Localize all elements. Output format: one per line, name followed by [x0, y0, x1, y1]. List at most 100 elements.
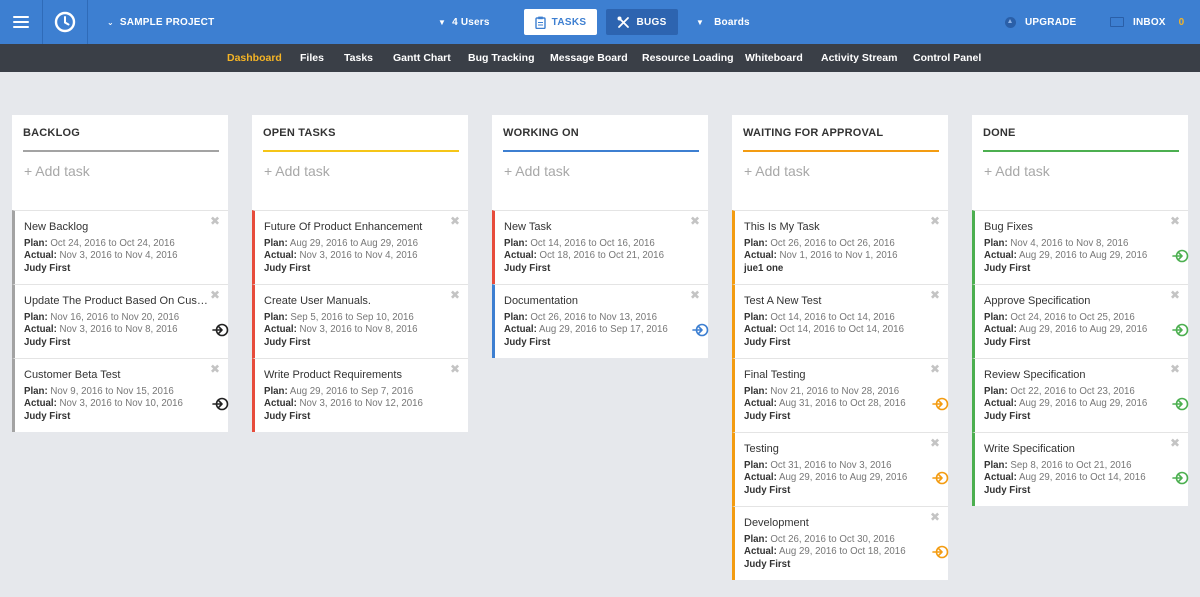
actual-range: Nov 3, 2016 to Nov 8, 2016	[299, 324, 418, 335]
task-card[interactable]: Future Of Product Enhancement Plan: Aug 2…	[252, 210, 468, 284]
enter-arrow-icon[interactable]	[1172, 469, 1190, 487]
bugs-button-label: BUGS	[636, 16, 667, 28]
enter-arrow-icon[interactable]	[1172, 321, 1190, 339]
timer-button[interactable]	[43, 0, 88, 44]
task-card[interactable]: New Backlog Plan: Oct 24, 2016 to Oct 24,…	[12, 210, 228, 284]
nav-item-files[interactable]: Files	[300, 44, 324, 72]
column-accent-line	[23, 150, 219, 152]
task-title[interactable]: New Task	[504, 221, 690, 233]
add-task-button[interactable]: + Add task	[24, 163, 90, 179]
task-card[interactable]: Final Testing Plan: Nov 21, 2016 to Nov 2…	[732, 358, 950, 432]
actual-label: Actual:	[984, 324, 1017, 335]
task-card[interactable]: Test A New Test Plan: Oct 14, 2016 to Oct…	[732, 284, 948, 358]
menu-button[interactable]	[0, 0, 43, 44]
task-title[interactable]: Development	[744, 517, 930, 529]
bugs-button[interactable]: BUGS	[606, 9, 678, 35]
close-icon[interactable]: ✖	[690, 289, 700, 301]
users-dropdown[interactable]: ▼ 4 Users	[438, 0, 490, 44]
nav-item-control-panel[interactable]: Control Panel	[913, 44, 981, 72]
close-icon[interactable]: ✖	[930, 363, 940, 375]
close-icon[interactable]: ✖	[1170, 363, 1180, 375]
task-card[interactable]: Customer Beta Test Plan: Nov 9, 2016 to N…	[12, 358, 230, 432]
nav-item-activity-stream[interactable]: Activity Stream	[821, 44, 897, 72]
task-title[interactable]: Bug Fixes	[984, 221, 1170, 233]
task-owner: Judy First	[264, 411, 311, 422]
close-icon[interactable]: ✖	[450, 215, 460, 227]
enter-arrow-icon[interactable]	[932, 543, 950, 561]
task-title[interactable]: Final Testing	[744, 369, 930, 381]
task-card[interactable]: Testing Plan: Oct 31, 2016 to Nov 3, 2016…	[732, 432, 950, 506]
task-card[interactable]: Review Specification Plan: Oct 22, 2016 t…	[972, 358, 1190, 432]
actual-range: Aug 29, 2016 to Sep 17, 2016	[539, 324, 668, 335]
close-icon[interactable]: ✖	[690, 215, 700, 227]
task-card[interactable]: Approve Specification Plan: Oct 24, 2016 …	[972, 284, 1190, 358]
close-icon[interactable]: ✖	[930, 511, 940, 523]
close-icon[interactable]: ✖	[930, 215, 940, 227]
enter-arrow-icon[interactable]	[1172, 247, 1190, 265]
nav-item-whiteboard[interactable]: Whiteboard	[745, 44, 803, 72]
add-task-button[interactable]: + Add task	[984, 163, 1050, 179]
task-title[interactable]: Update The Product Based On Customer Fee…	[24, 295, 210, 307]
nav-item-gantt-chart[interactable]: Gantt Chart	[393, 44, 451, 72]
add-task-button[interactable]: + Add task	[264, 163, 330, 179]
enter-arrow-icon[interactable]	[212, 395, 230, 413]
plan-range: Sep 8, 2016 to Oct 21, 2016	[1010, 460, 1132, 471]
hamburger-icon	[13, 16, 29, 28]
task-card[interactable]: Write Specification Plan: Sep 8, 2016 to …	[972, 432, 1190, 506]
task-plan-dates: Plan: Oct 24, 2016 to Oct 25, 2016	[984, 312, 1135, 323]
task-plan-dates: Plan: Sep 5, 2016 to Sep 10, 2016	[264, 312, 414, 323]
close-icon[interactable]: ✖	[450, 363, 460, 375]
task-title[interactable]: Review Specification	[984, 369, 1170, 381]
actual-range: Aug 29, 2016 to Aug 29, 2016	[1019, 324, 1148, 335]
enter-arrow-icon[interactable]	[932, 395, 950, 413]
task-owner: Judy First	[744, 485, 791, 496]
task-title[interactable]: Test A New Test	[744, 295, 930, 307]
task-title[interactable]: Approve Specification	[984, 295, 1170, 307]
close-icon[interactable]: ✖	[1170, 437, 1180, 449]
task-card[interactable]: This Is My Task Plan: Oct 26, 2016 to Oct…	[732, 210, 948, 284]
task-title[interactable]: Write Product Requirements	[264, 369, 450, 381]
project-selector[interactable]: ⌄ SAMPLE PROJECT	[107, 0, 214, 44]
task-card[interactable]: Create User Manuals. Plan: Sep 5, 2016 to…	[252, 284, 468, 358]
close-icon[interactable]: ✖	[210, 363, 220, 375]
task-card[interactable]: Development Plan: Oct 26, 2016 to Oct 30,…	[732, 506, 950, 580]
task-card[interactable]: New Task Plan: Oct 14, 2016 to Oct 16, 20…	[492, 210, 708, 284]
nav-item-bug-tracking[interactable]: Bug Tracking	[468, 44, 535, 72]
enter-arrow-icon[interactable]	[932, 469, 950, 487]
task-title[interactable]: Documentation	[504, 295, 690, 307]
task-card[interactable]: Bug Fixes Plan: Nov 4, 2016 to Nov 8, 201…	[972, 210, 1190, 284]
close-icon[interactable]: ✖	[210, 289, 220, 301]
nav-item-tasks[interactable]: Tasks	[344, 44, 373, 72]
task-title[interactable]: Testing	[744, 443, 930, 455]
close-icon[interactable]: ✖	[450, 289, 460, 301]
task-title[interactable]: Write Specification	[984, 443, 1170, 455]
nav-item-dashboard[interactable]: Dashboard	[227, 44, 282, 72]
close-icon[interactable]: ✖	[1170, 215, 1180, 227]
enter-arrow-icon[interactable]	[212, 321, 230, 339]
task-card[interactable]: Update The Product Based On Customer Fee…	[12, 284, 230, 358]
actual-label: Actual:	[744, 324, 777, 335]
inbox-link[interactable]: INBOX 0	[1110, 0, 1184, 44]
add-task-button[interactable]: + Add task	[504, 163, 570, 179]
add-task-button[interactable]: + Add task	[744, 163, 810, 179]
enter-arrow-icon[interactable]	[692, 321, 710, 339]
task-card[interactable]: Write Product Requirements Plan: Aug 29, …	[252, 358, 468, 432]
boards-dropdown[interactable]: ▼ Boards	[696, 0, 750, 44]
task-title[interactable]: This Is My Task	[744, 221, 930, 233]
nav-item-resource-loading[interactable]: Resource Loading	[642, 44, 734, 72]
close-icon[interactable]: ✖	[1170, 289, 1180, 301]
tasks-button[interactable]: TASKS	[524, 9, 597, 35]
nav-item-message-board[interactable]: Message Board	[550, 44, 628, 72]
task-title[interactable]: Create User Manuals.	[264, 295, 450, 307]
task-title[interactable]: New Backlog	[24, 221, 210, 233]
close-icon[interactable]: ✖	[210, 215, 220, 227]
task-title[interactable]: Customer Beta Test	[24, 369, 210, 381]
task-title[interactable]: Future Of Product Enhancement	[264, 221, 450, 233]
upgrade-icon	[1005, 16, 1016, 28]
close-icon[interactable]: ✖	[930, 289, 940, 301]
upgrade-link[interactable]: UPGRADE	[1005, 0, 1076, 44]
enter-arrow-icon[interactable]	[1172, 395, 1190, 413]
task-card[interactable]: Documentation Plan: Oct 26, 2016 to Nov 1…	[492, 284, 710, 358]
task-actual-dates: Actual: Aug 29, 2016 to Sep 17, 2016	[504, 324, 668, 335]
close-icon[interactable]: ✖	[930, 437, 940, 449]
